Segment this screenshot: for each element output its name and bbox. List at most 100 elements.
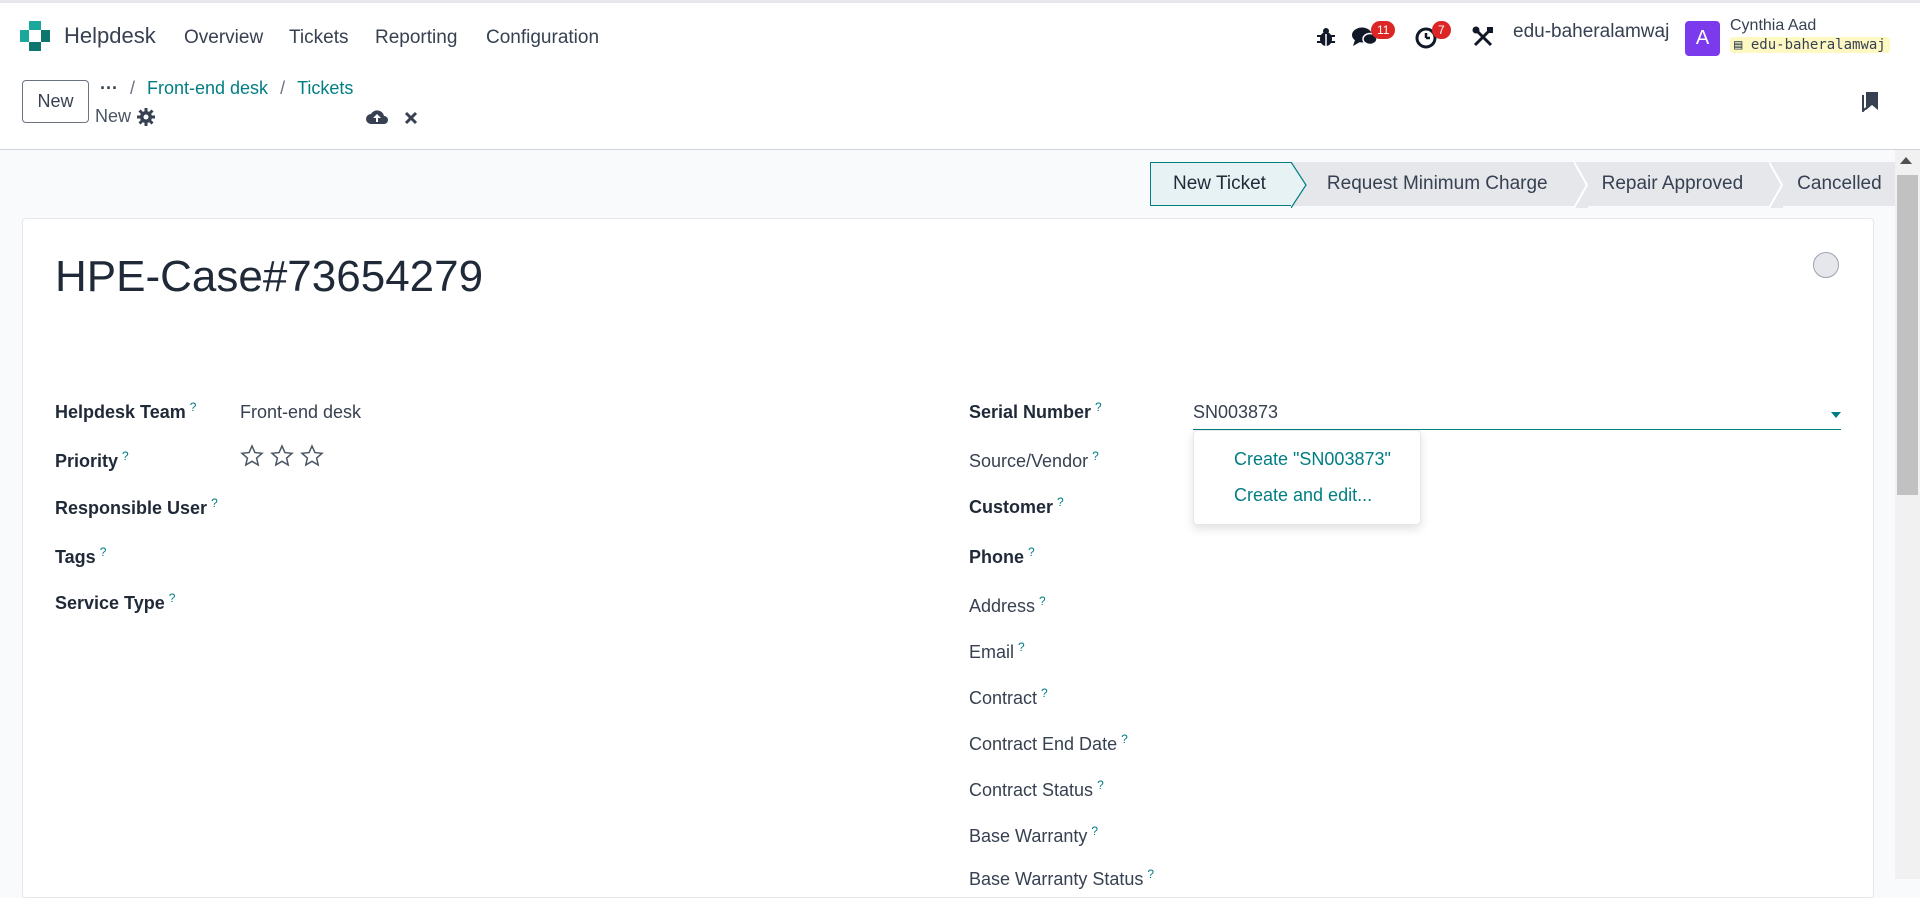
label-helpdesk-team: Helpdesk Team?	[55, 400, 196, 423]
record-name-label: New	[95, 106, 132, 126]
control-panel: New ··· / Front-end desk / Tickets New	[0, 72, 1920, 150]
help-tooltip-icon[interactable]: ?	[190, 400, 197, 414]
label-address: Address?	[969, 594, 1046, 617]
breadcrumb: ··· / Front-end desk / Tickets	[100, 78, 353, 99]
breadcrumb-more-icon[interactable]: ···	[100, 78, 118, 99]
knowledge-bookmark-icon[interactable]	[1862, 90, 1880, 112]
label-base-warranty: Base Warranty?	[969, 824, 1098, 847]
new-record-button[interactable]: New	[22, 80, 89, 123]
help-tooltip-icon[interactable]: ?	[1091, 824, 1098, 838]
scrollbar-thumb[interactable]	[1897, 175, 1918, 495]
label-service-type: Service Type?	[55, 591, 175, 614]
help-tooltip-icon[interactable]: ?	[169, 591, 176, 605]
label-contract: Contract?	[969, 686, 1048, 709]
activities-badge: 7	[1432, 21, 1451, 39]
help-tooltip-icon[interactable]: ?	[1092, 449, 1099, 463]
discard-close-icon[interactable]	[404, 111, 418, 125]
label-text: Serial Number	[969, 402, 1092, 422]
label-email: Email?	[969, 640, 1025, 663]
menu-configuration[interactable]: Configuration	[486, 27, 599, 49]
label-text: Email	[969, 642, 1015, 662]
label-text: Phone	[969, 547, 1025, 567]
label-text: Helpdesk Team	[55, 402, 186, 422]
label-text: Contract	[969, 688, 1038, 708]
label-text: Customer	[969, 497, 1054, 517]
help-tooltip-icon[interactable]: ?	[1041, 686, 1048, 700]
record-name: New	[95, 106, 156, 127]
label-priority: Priority?	[55, 449, 129, 472]
help-tooltip-icon[interactable]: ?	[1095, 400, 1102, 414]
breadcrumb-separator: /	[280, 78, 286, 98]
menu-overview[interactable]: Overview	[184, 27, 263, 49]
kanban-state-indicator[interactable]	[1813, 252, 1839, 278]
stage-arrow-active	[1290, 162, 1307, 208]
help-tooltip-icon[interactable]: ?	[100, 545, 107, 559]
database-switcher[interactable]: edu-baheralamwaj	[1513, 21, 1669, 43]
ticket-title[interactable]: HPE-Case#73654279	[55, 252, 483, 302]
stage-cancelled[interactable]: Cancelled	[1783, 162, 1904, 206]
help-tooltip-icon[interactable]: ?	[211, 496, 218, 510]
label-text: Source/Vendor	[969, 451, 1089, 471]
serial-number-autocomplete-dropdown: Create "SN003873" Create and edit...	[1193, 430, 1421, 525]
serial-number-input[interactable]: SN003873	[1193, 400, 1841, 430]
label-tags: Tags?	[55, 545, 106, 568]
create-and-edit-option[interactable]: Create and edit...	[1234, 485, 1372, 506]
stage-label: Repair Approved	[1601, 173, 1744, 194]
star-icon[interactable]	[270, 444, 294, 468]
menu-reporting[interactable]: Reporting	[375, 27, 457, 49]
help-tooltip-icon[interactable]: ?	[1121, 732, 1128, 746]
chevron-down-icon[interactable]	[1831, 412, 1841, 418]
label-source-vendor: Source/Vendor?	[969, 449, 1099, 472]
stage-new-ticket[interactable]: New Ticket	[1150, 162, 1292, 206]
menu-tickets[interactable]: Tickets	[289, 27, 348, 49]
stage-arrow	[1769, 162, 1784, 208]
bug-icon[interactable]	[1316, 26, 1336, 48]
help-tooltip-icon[interactable]: ?	[1057, 495, 1064, 509]
user-avatar[interactable]: A	[1685, 21, 1720, 56]
serial-number-value: SN003873	[1193, 402, 1279, 422]
label-contract-status: Contract Status?	[969, 778, 1104, 801]
label-text: Responsible User	[55, 498, 208, 518]
label-contract-end-date: Contract End Date?	[969, 732, 1128, 755]
stage-statusbar: New Ticket Request Minimum Charge Repair…	[1150, 162, 1904, 208]
breadcrumb-separator: /	[129, 78, 135, 98]
debug-tools-icon[interactable]	[1472, 26, 1494, 48]
database-name: edu-baheralamwaj	[1750, 37, 1886, 53]
breadcrumb-tickets[interactable]: Tickets	[297, 78, 353, 99]
label-text: Base Warranty	[969, 826, 1088, 846]
stage-repair-approved[interactable]: Repair Approved	[1587, 162, 1770, 206]
stage-label: Request Minimum Charge	[1326, 173, 1548, 194]
create-serial-option[interactable]: Create "SN003873"	[1234, 449, 1391, 470]
priority-stars	[240, 444, 324, 468]
database-chip: ▤ edu-baheralamwaj	[1730, 37, 1890, 53]
app-name: Helpdesk	[64, 23, 156, 48]
label-text: Contract End Date	[969, 734, 1118, 754]
label-text: Priority	[55, 451, 119, 471]
gear-icon[interactable]	[137, 107, 156, 126]
label-text: Base Warranty Status	[969, 869, 1144, 889]
help-tooltip-icon[interactable]: ?	[122, 449, 129, 463]
messages-badge: 11	[1371, 21, 1396, 39]
breadcrumb-front-end-desk[interactable]: Front-end desk	[147, 78, 268, 99]
stage-label: Cancelled	[1797, 173, 1882, 194]
database-icon: ▤	[1734, 37, 1743, 53]
save-cloud-icon[interactable]	[366, 108, 388, 126]
help-tooltip-icon[interactable]: ?	[1028, 545, 1035, 559]
label-responsible-user: Responsible User?	[55, 496, 218, 519]
scroll-up-arrow-icon[interactable]	[1900, 157, 1912, 164]
help-tooltip-icon[interactable]: ?	[1039, 594, 1046, 608]
app-brand[interactable]: Helpdesk	[20, 21, 156, 51]
help-tooltip-icon[interactable]: ?	[1097, 778, 1104, 792]
label-serial-number: Serial Number?	[969, 400, 1102, 423]
label-text: Contract Status	[969, 780, 1094, 800]
main-navbar: Helpdesk Overview Tickets Reporting Conf…	[0, 0, 1920, 72]
star-icon[interactable]	[300, 444, 324, 468]
help-tooltip-icon[interactable]: ?	[1018, 640, 1025, 654]
label-phone: Phone?	[969, 545, 1035, 568]
stage-request-minimum-charge[interactable]: Request Minimum Charge	[1290, 162, 1574, 206]
stage-label: New Ticket	[1173, 173, 1266, 194]
star-icon[interactable]	[240, 444, 264, 468]
helpdesk-team-field[interactable]: Front-end desk	[240, 402, 361, 423]
user-name[interactable]: Cynthia Aad	[1730, 17, 1816, 35]
label-text: Tags	[55, 547, 96, 567]
